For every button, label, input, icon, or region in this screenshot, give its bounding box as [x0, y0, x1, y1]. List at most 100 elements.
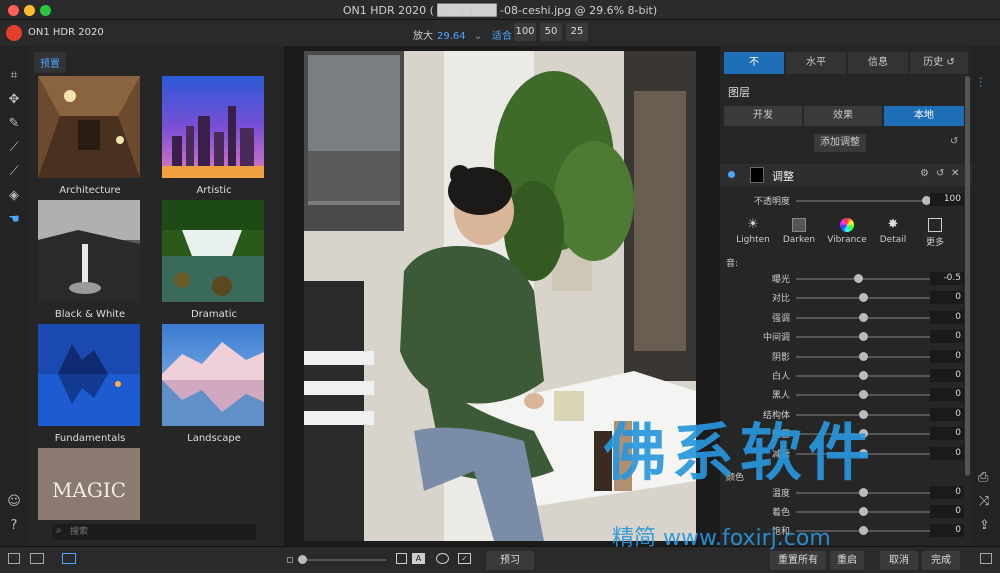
view-text-icon[interactable]: A — [412, 553, 425, 564]
compare-icon[interactable] — [62, 553, 76, 564]
tab-develop[interactable]: 开发 — [724, 106, 802, 126]
sliders-value[interactable]: 0 — [930, 446, 964, 460]
brush-tool-icon[interactable]: ✎ — [6, 116, 22, 132]
cancel-button[interactable]: 取消 — [880, 551, 918, 570]
tab-info[interactable]: 信息 — [848, 52, 908, 74]
color_sliders-slider[interactable] — [796, 507, 930, 516]
chevron-down-icon[interactable]: ⌄ — [474, 31, 482, 42]
preset-thumb-architecture[interactable] — [38, 76, 140, 178]
preview-size-slider[interactable] — [298, 555, 386, 564]
sliders-value[interactable]: 0 — [930, 369, 964, 382]
sliders-knob[interactable] — [859, 332, 868, 342]
zoom-control[interactable]: 放大 29.64 ⌄ — [413, 27, 482, 42]
sliders-slider[interactable] — [796, 332, 930, 342]
sliders-slider[interactable] — [796, 312, 930, 322]
sliders-slider[interactable] — [796, 293, 930, 303]
sliders-slider[interactable] — [796, 371, 930, 380]
opacity-value[interactable]: 100 — [930, 193, 964, 206]
view-square-icon[interactable] — [396, 553, 407, 564]
zoom-100-button[interactable]: 100 — [514, 23, 536, 41]
preset-thumb-artistic[interactable] — [162, 76, 264, 178]
preset-thumb-landscape[interactable] — [162, 324, 264, 426]
close-icon[interactable]: ✕ — [951, 168, 959, 179]
color_sliders-value[interactable]: 0 — [930, 486, 964, 499]
reset-layer-icon[interactable]: ↺ — [936, 168, 944, 179]
print-icon[interactable]: ⎙ — [978, 470, 988, 485]
sliders-knob[interactable] — [859, 312, 868, 322]
add-adjustment-button[interactable]: 添加调整 — [814, 134, 866, 152]
sliders-value[interactable]: 0 — [930, 427, 964, 441]
color_sliders-knob[interactable] — [859, 507, 868, 516]
view-check-icon[interactable]: ✓ — [458, 553, 471, 564]
zoom-value[interactable]: 29.64 — [437, 31, 466, 42]
sliders-value[interactable]: 0 — [930, 349, 964, 363]
lighten-button[interactable]: ☀ Lighten — [730, 218, 776, 246]
fit-button[interactable]: 适合 — [492, 27, 512, 42]
preset-thumb-magic[interactable]: MAGIC — [38, 448, 140, 520]
darken-button[interactable]: Darken — [776, 218, 822, 245]
detail-button[interactable]: ✸ Detail — [870, 218, 916, 246]
sliders-slider[interactable] — [796, 274, 930, 283]
hand-zoom-tool-icon[interactable]: ☚ — [6, 212, 22, 228]
user-icon[interactable]: ☺ — [6, 494, 22, 510]
preset-label-fundamentals: Fundamentals — [54, 433, 126, 444]
view-mask-icon[interactable] — [436, 553, 449, 564]
search-input[interactable]: 搜索 — [52, 524, 256, 540]
layer-visibility-dot[interactable] — [728, 171, 735, 178]
presets-browser: 预置 Architecture Artistic Black & White D… — [28, 46, 309, 546]
move-tool-icon[interactable]: ✥ — [6, 92, 22, 108]
color_sliders-knob[interactable] — [859, 526, 868, 535]
retouch-tool-icon[interactable]: ⟋ — [6, 164, 22, 180]
sliders-knob[interactable] — [859, 351, 868, 361]
panel-toggle-icon[interactable] — [8, 553, 20, 564]
gradient-tool-icon[interactable]: ⟋ — [6, 140, 22, 156]
layer-mask-thumb[interactable] — [750, 167, 764, 183]
color_sliders-value[interactable]: 0 — [930, 505, 964, 518]
adjustment-layer-row[interactable]: 调整 ⚙ ↺ ✕ — [720, 164, 972, 186]
sliders-slider[interactable] — [796, 390, 930, 400]
tab-levels[interactable]: 水平 — [786, 52, 846, 74]
more-button[interactable]: 更多 — [912, 218, 958, 248]
sliders-knob[interactable] — [853, 274, 863, 283]
preview-size-knob[interactable] — [298, 555, 307, 564]
done-button[interactable]: 完成 — [922, 551, 960, 570]
vibrance-button[interactable]: Vibrance — [824, 218, 870, 245]
opacity-slider[interactable] — [796, 196, 931, 205]
preset-thumb-fundamentals[interactable] — [38, 324, 140, 426]
crop-tool-icon[interactable]: ⌗ — [6, 68, 22, 84]
sliders-slider[interactable] — [796, 351, 930, 361]
sliders-value[interactable]: -0.5 — [930, 272, 964, 285]
gear-icon[interactable]: ⚙ — [920, 168, 929, 179]
sliders-knob[interactable] — [859, 293, 868, 303]
filmstrip-icon[interactable] — [30, 553, 44, 564]
restart-button[interactable]: 重启 — [830, 551, 864, 570]
sliders-knob[interactable] — [859, 371, 868, 380]
panel-scrollbar[interactable] — [965, 76, 970, 476]
zoom-25-button[interactable]: 25 — [566, 23, 588, 41]
preview-button[interactable]: 预习 — [486, 551, 534, 570]
color_sliders-slider[interactable] — [796, 488, 930, 497]
tab-navigator[interactable]: 不 — [724, 52, 784, 74]
help-icon[interactable]: ? — [6, 518, 22, 534]
sliders-knob[interactable] — [859, 390, 868, 400]
share-icon[interactable]: ⤨ — [979, 494, 989, 509]
sidebar-toggle-icon[interactable] — [980, 553, 992, 564]
preset-thumb-black-white[interactable] — [38, 200, 140, 302]
export-icon[interactable]: ⇪ — [979, 518, 990, 533]
reset-icon[interactable]: ↺ — [950, 136, 958, 147]
sliders-icon[interactable]: ⫶ — [979, 76, 982, 91]
zoom-50-button[interactable]: 50 — [540, 23, 562, 41]
sliders-value[interactable]: 0 — [930, 330, 964, 344]
sliders-value[interactable]: 0 — [930, 407, 964, 421]
tab-history[interactable]: 历史 ↺ — [910, 52, 968, 74]
tab-local[interactable]: 本地 — [884, 106, 964, 126]
preset-thumb-dramatic[interactable] — [162, 200, 264, 302]
sliders-value[interactable]: 0 — [930, 291, 964, 305]
reset-all-button[interactable]: 重置所有 — [770, 551, 826, 570]
tab-effects[interactable]: 效果 — [804, 106, 882, 126]
eraser-tool-icon[interactable]: ◈ — [6, 188, 22, 204]
sliders-value[interactable]: 0 — [930, 310, 964, 324]
sliders-value[interactable]: 0 — [930, 388, 964, 402]
color_sliders-value[interactable]: 0 — [930, 524, 964, 537]
tab-presets[interactable]: 预置 — [34, 52, 66, 73]
